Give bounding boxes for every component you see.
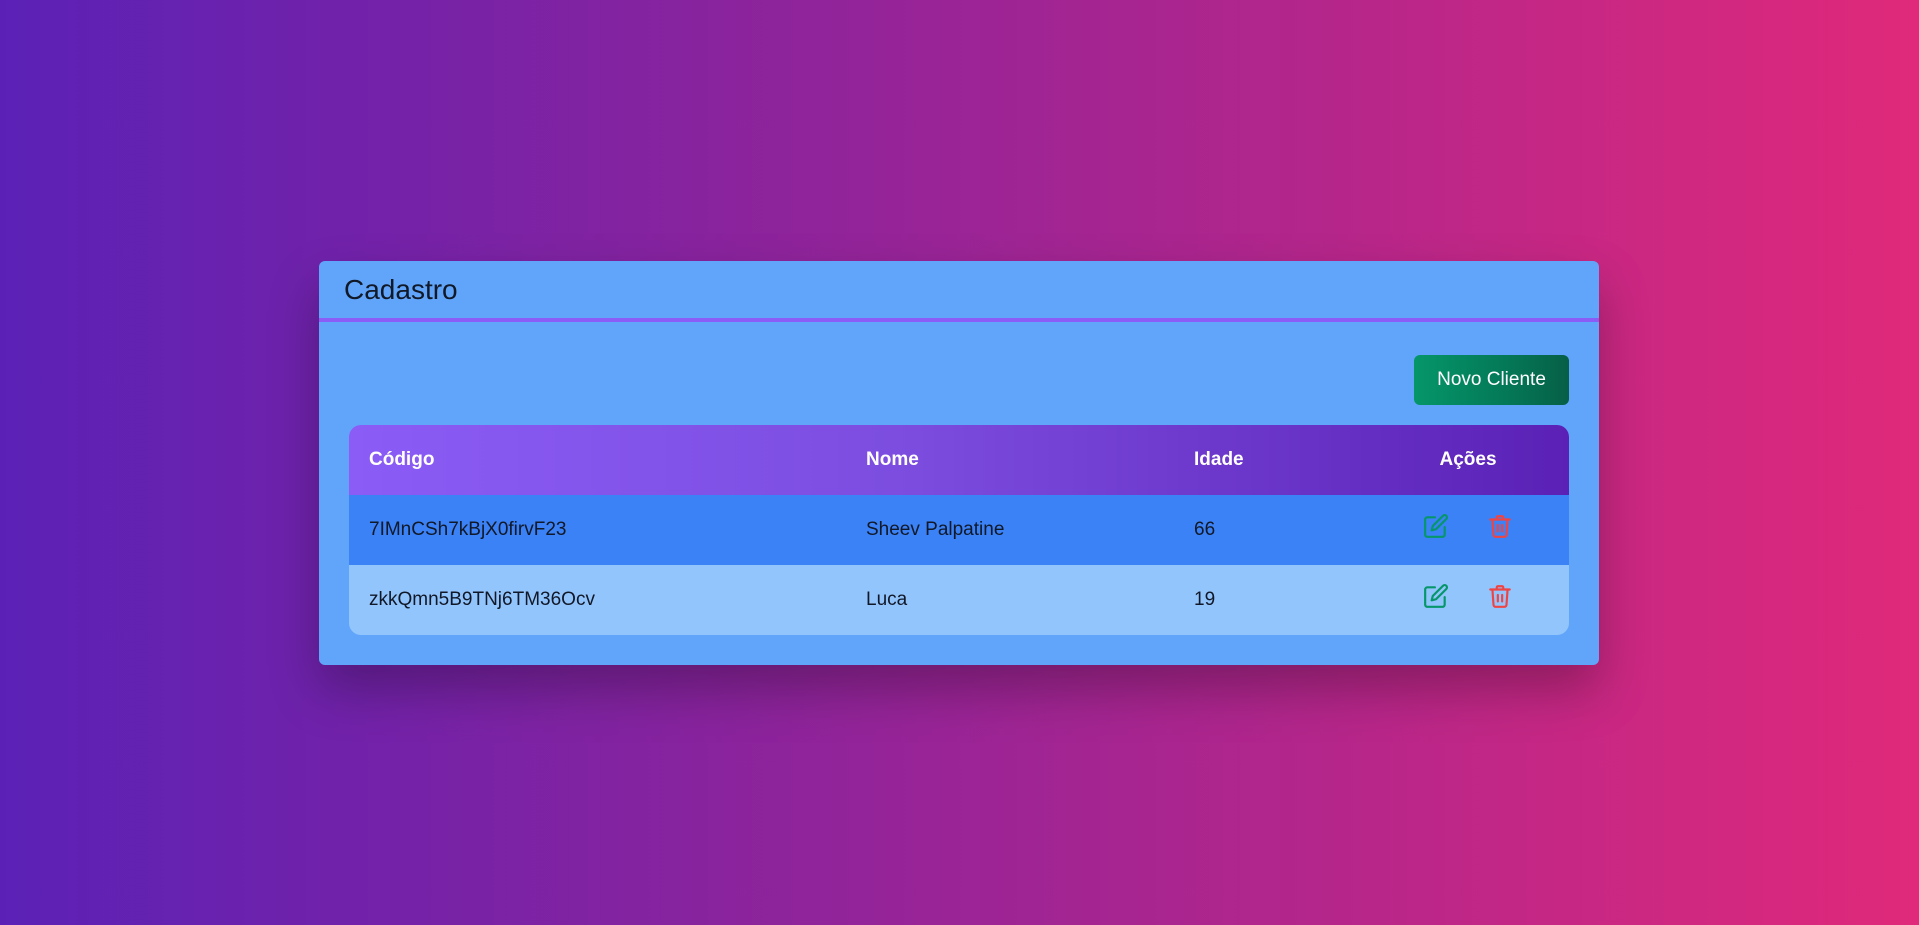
table-row: 7IMnCSh7kBjX0firvF23 Sheev Palpatine 66 [349,495,1569,565]
cell-name: Sheev Palpatine [866,519,1005,540]
cell-actions [1367,495,1569,565]
cell-age: 66 [1194,519,1216,540]
clients-table-container: Código Nome Idade Ações 7IMnCSh7kBjX0fir… [349,425,1569,635]
column-header-code: Código [369,449,435,470]
table-body: 7IMnCSh7kBjX0firvF23 Sheev Palpatine 66 [349,495,1569,635]
cell-code: zkkQmn5B9TNj6TM36Ocv [369,589,595,610]
edit-icon [1424,514,1449,538]
cell-age: 19 [1194,589,1216,610]
trash-icon [1488,515,1511,538]
edit-icon [1424,584,1449,608]
table-header: Código Nome Idade Ações [349,425,1569,495]
table-row: zkkQmn5B9TNj6TM36Ocv Luca 19 [349,565,1569,635]
cell-actions [1367,565,1569,635]
register-card: Cadastro Novo Cliente Código Nome Idade … [319,261,1599,665]
edit-button[interactable] [1421,511,1451,541]
table-header-row: Código Nome Idade Ações [349,425,1569,495]
delete-button[interactable] [1485,581,1515,611]
column-header-actions: Ações [1439,449,1497,470]
card-header: Cadastro [319,261,1599,322]
toolbar: Novo Cliente [1414,355,1569,405]
cell-name: Luca [866,589,908,610]
delete-button[interactable] [1485,511,1515,541]
column-header-age: Idade [1194,449,1244,470]
edit-button[interactable] [1421,581,1451,611]
cell-code: 7IMnCSh7kBjX0firvF23 [369,519,567,540]
new-client-button[interactable]: Novo Cliente [1414,355,1569,405]
column-header-name: Nome [866,449,919,470]
clients-table: Código Nome Idade Ações 7IMnCSh7kBjX0fir… [349,425,1569,635]
trash-icon [1488,585,1511,608]
page-title: Cadastro [344,273,458,305]
